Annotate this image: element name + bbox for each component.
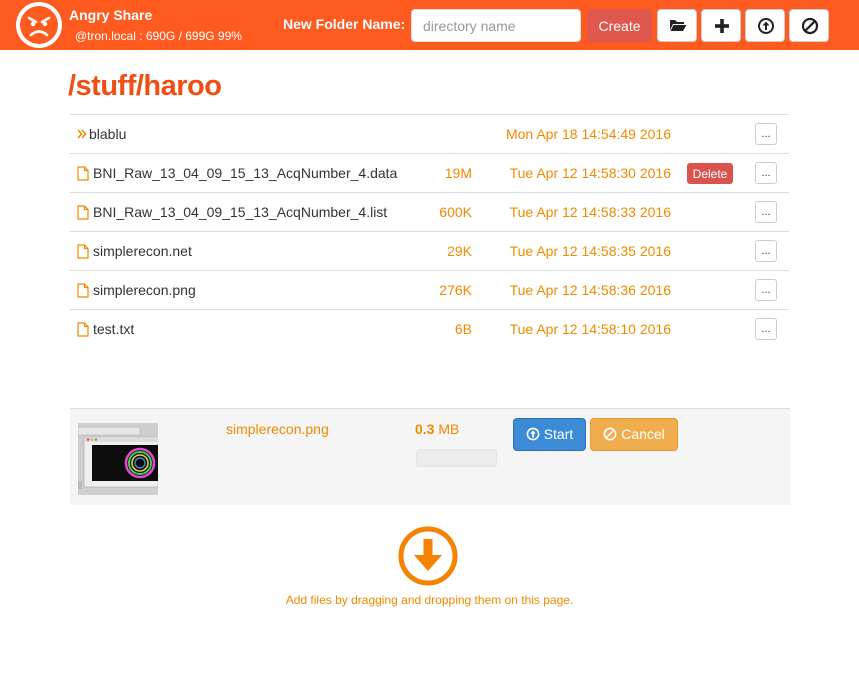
file-icon <box>77 166 89 186</box>
upload-queue-item: simplerecon.png 0.3 MB Start Cancel <box>70 408 790 505</box>
file-name-link[interactable]: BNI_Raw_13_04_09_15_13_AcqNumber_4.data <box>93 165 397 181</box>
app-title: Angry Share <box>69 7 153 23</box>
double-chevron-right-icon <box>77 127 87 145</box>
file-size: 276K <box>439 282 472 298</box>
new-folder-label: New Folder Name: <box>283 16 406 32</box>
open-folder-icon <box>670 20 687 31</box>
current-path-title: /stuff/haroo <box>68 70 222 102</box>
upload-circle-icon <box>758 18 774 34</box>
cancel-label: Cancel <box>621 425 665 442</box>
plus-icon <box>715 19 729 33</box>
upload-progress-bar <box>416 449 497 467</box>
table-row[interactable]: test.txt 6B Tue Apr 12 14:58:10 2016 ... <box>70 309 789 348</box>
file-date: Tue Apr 12 14:58:33 2016 <box>509 204 671 220</box>
file-name-link[interactable]: simplerecon.png <box>93 282 196 298</box>
file-size: 19M <box>444 165 472 181</box>
upload-file-name: simplerecon.png <box>226 421 329 437</box>
upload-button[interactable] <box>745 9 785 42</box>
more-options-button[interactable]: ... <box>755 240 777 262</box>
file-icon <box>77 205 89 225</box>
file-icon <box>77 244 89 264</box>
angry-face-logo-icon[interactable] <box>16 2 62 48</box>
upload-circle-icon <box>526 427 540 440</box>
table-row[interactable]: BNI_Raw_13_04_09_15_13_AcqNumber_4.data … <box>70 153 789 192</box>
table-row[interactable]: simplerecon.png 276K Tue Apr 12 14:58:36… <box>70 270 789 309</box>
file-icon <box>77 283 89 303</box>
add-button[interactable] <box>701 9 741 42</box>
more-options-button[interactable]: ... <box>755 318 777 340</box>
table-row[interactable]: simplerecon.net 29K Tue Apr 12 14:58:35 … <box>70 231 789 270</box>
file-date: Tue Apr 12 14:58:30 2016 <box>509 165 671 181</box>
table-row[interactable]: blablu Mon Apr 18 14:54:49 2016 ... <box>70 114 789 153</box>
more-options-button[interactable]: ... <box>755 123 777 145</box>
file-list: blablu Mon Apr 18 14:54:49 2016 ... BNI_… <box>70 114 789 348</box>
ban-icon <box>603 427 617 440</box>
file-date: Mon Apr 18 14:54:49 2016 <box>505 126 671 142</box>
file-icon <box>77 322 89 342</box>
file-name-link[interactable]: blablu <box>89 126 126 142</box>
ban-icon <box>801 17 819 35</box>
more-options-button[interactable]: ... <box>755 162 777 184</box>
upload-size-unit: MB <box>438 421 460 437</box>
open-folder-button[interactable] <box>657 9 697 42</box>
more-options-button[interactable]: ... <box>755 279 777 301</box>
upload-file-size: 0.3 MB <box>415 421 459 437</box>
file-size: 6B <box>454 321 472 337</box>
file-size: 600K <box>439 204 472 220</box>
start-upload-button[interactable]: Start <box>513 418 586 451</box>
file-name-link[interactable]: BNI_Raw_13_04_09_15_13_AcqNumber_4.list <box>93 204 387 220</box>
file-date: Tue Apr 12 14:58:10 2016 <box>509 321 671 337</box>
file-name-link[interactable]: simplerecon.net <box>93 243 192 259</box>
table-row[interactable]: BNI_Raw_13_04_09_15_13_AcqNumber_4.list … <box>70 192 789 231</box>
delete-button[interactable]: Delete <box>687 163 733 184</box>
file-size: 29K <box>447 243 472 259</box>
start-label: Start <box>543 425 574 442</box>
stop-button[interactable] <box>789 9 829 42</box>
dropzone-hint: Add files by dragging and dropping them … <box>285 593 574 607</box>
more-options-button[interactable]: ... <box>755 201 777 223</box>
host-disk-info: @tron.local : 690G / 699G 99% <box>75 29 242 43</box>
file-date: Tue Apr 12 14:58:36 2016 <box>509 282 671 298</box>
file-name-link[interactable]: test.txt <box>93 321 134 337</box>
cancel-upload-button[interactable]: Cancel <box>590 418 678 451</box>
upload-size-value: 0.3 <box>415 421 435 437</box>
download-circle-icon <box>397 525 459 592</box>
file-date: Tue Apr 12 14:58:35 2016 <box>509 243 671 259</box>
create-folder-button[interactable]: Create <box>587 9 652 42</box>
upload-thumbnail <box>78 423 158 495</box>
new-folder-name-input[interactable] <box>411 9 581 42</box>
top-bar: Angry Share @tron.local : 690G / 699G 99… <box>0 0 859 50</box>
